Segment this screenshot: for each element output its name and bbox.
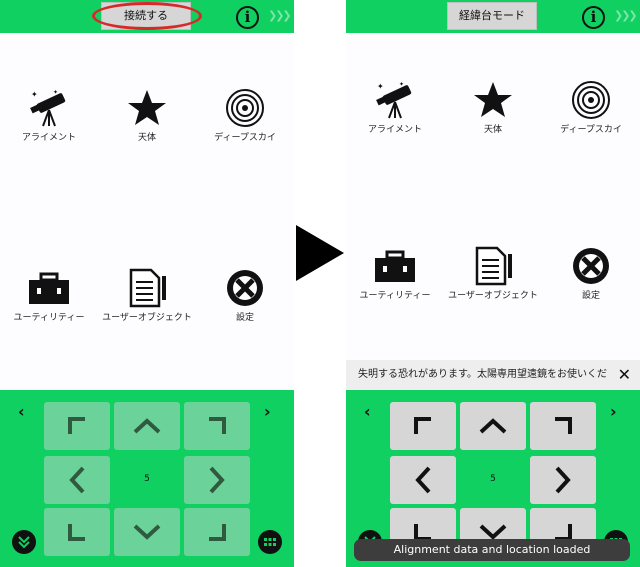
pad-up[interactable] bbox=[460, 402, 526, 450]
menu-utility[interactable]: ユーティリティー bbox=[0, 268, 98, 324]
menu-deep-sky[interactable]: ディープスカイ bbox=[542, 80, 640, 136]
chevron-right-icon bbox=[555, 466, 571, 494]
pad-left[interactable] bbox=[390, 456, 456, 504]
grid-menu-icon[interactable] bbox=[258, 530, 282, 554]
telescope-icon: ✦ ✦ bbox=[376, 81, 412, 119]
corner-up-right-icon bbox=[555, 417, 572, 434]
pad-up-left[interactable] bbox=[390, 402, 456, 450]
galaxy-icon bbox=[226, 89, 264, 127]
telescope-icon: ✦ ✦ bbox=[30, 89, 66, 127]
info-icon[interactable]: i bbox=[236, 6, 259, 29]
play-arrow-icon bbox=[296, 225, 344, 281]
pad-down[interactable] bbox=[114, 508, 180, 556]
corner-up-left-icon bbox=[68, 417, 85, 434]
pad-down-left[interactable] bbox=[44, 508, 110, 556]
menu-user-object[interactable]: ユーザーオブジェクト bbox=[444, 246, 542, 302]
menu-label: 設定 bbox=[581, 291, 600, 301]
document-icon bbox=[475, 246, 512, 286]
toast-message: Alignment data and location loaded bbox=[354, 539, 630, 561]
triple-chevron-icon: ❯❯❯ bbox=[268, 9, 292, 22]
chevron-left-icon[interactable]: ‹ bbox=[18, 402, 25, 421]
star-icon bbox=[474, 82, 512, 117]
corner-down-left-icon bbox=[68, 524, 85, 541]
chevron-right-icon[interactable]: › bbox=[610, 402, 617, 421]
chevron-left-icon[interactable]: ‹ bbox=[364, 402, 371, 421]
pad-right[interactable] bbox=[530, 456, 596, 504]
pad-up[interactable] bbox=[114, 402, 180, 450]
menu-label: 設定 bbox=[235, 313, 254, 323]
star-icon bbox=[128, 90, 166, 125]
menu-settings[interactable]: 設定 bbox=[542, 246, 640, 302]
menu-celestial[interactable]: 天体 bbox=[444, 80, 542, 136]
svg-text:✦: ✦ bbox=[53, 89, 58, 96]
speed-value: 5 bbox=[144, 474, 150, 484]
speed-value: 5 bbox=[490, 474, 496, 484]
pad-left[interactable] bbox=[44, 456, 110, 504]
svg-text:✦: ✦ bbox=[31, 90, 38, 99]
top-bar: 経緯台モード i ❯❯❯ bbox=[346, 0, 640, 33]
chevron-down-icon bbox=[133, 524, 161, 540]
menu-user-object[interactable]: ユーザーオブジェクト bbox=[98, 268, 196, 324]
pad-down-right[interactable] bbox=[184, 508, 250, 556]
svg-text:✦: ✦ bbox=[399, 81, 404, 88]
menu-label: ディープスカイ bbox=[214, 133, 276, 143]
corner-down-right-icon bbox=[209, 524, 226, 541]
pad-up-right[interactable] bbox=[184, 402, 250, 450]
mode-button[interactable]: 経緯台モード bbox=[447, 2, 537, 30]
gear-icon bbox=[227, 270, 263, 306]
menu-label: アライメント bbox=[367, 125, 422, 135]
collapse-icon[interactable] bbox=[12, 530, 36, 554]
highlight-circle bbox=[92, 2, 202, 30]
menu-alignment[interactable]: ✦ ✦ アライメント bbox=[346, 80, 444, 136]
chevron-right-icon[interactable]: › bbox=[264, 402, 271, 421]
menu-label: ユーティリティー bbox=[13, 313, 85, 323]
corner-up-right-icon bbox=[209, 417, 226, 434]
top-bar: 接続する i ❯❯❯ bbox=[0, 0, 294, 33]
svg-text:✦: ✦ bbox=[377, 82, 384, 91]
menu-label: アライメント bbox=[21, 133, 76, 143]
document-icon bbox=[129, 268, 166, 308]
menu-alignment[interactable]: ✦ ✦ アライメント bbox=[0, 88, 98, 144]
info-icon[interactable]: i bbox=[582, 6, 605, 29]
pad-up-left[interactable] bbox=[44, 402, 110, 450]
chevron-left-icon bbox=[415, 466, 431, 494]
menu-settings[interactable]: 設定 bbox=[196, 268, 294, 324]
chevron-right-icon bbox=[209, 466, 225, 494]
menu-deep-sky[interactable]: ディープスカイ bbox=[196, 88, 294, 144]
chevron-up-icon bbox=[479, 418, 507, 434]
grid-icon bbox=[264, 538, 276, 546]
close-icon[interactable]: ✕ bbox=[618, 360, 631, 390]
direction-pad: ‹ › 5 bbox=[0, 390, 294, 567]
gear-icon bbox=[573, 248, 609, 284]
toolbox-icon bbox=[375, 250, 415, 282]
triple-chevron-icon: ❯❯❯ bbox=[614, 9, 638, 22]
menu-label: 天体 bbox=[483, 125, 502, 135]
menu-label: ユーティリティー bbox=[359, 291, 431, 301]
warning-text: 失明する恐れがあります。太陽専用望遠鏡をお使いくだ bbox=[358, 369, 607, 380]
chevron-up-icon bbox=[133, 418, 161, 434]
warning-banner: 失明する恐れがあります。太陽専用望遠鏡をお使いくだ ✕ bbox=[346, 360, 640, 390]
menu-label: ディープスカイ bbox=[560, 125, 622, 135]
double-chevron-down-icon bbox=[18, 536, 30, 549]
pad-up-right[interactable] bbox=[530, 402, 596, 450]
screen-after: 経緯台モード i ❯❯❯ ✦ ✦ アライメント 天体 ディープスカイ ユーティリ… bbox=[346, 0, 640, 567]
chevron-left-icon bbox=[69, 466, 85, 494]
menu-label: 天体 bbox=[137, 133, 156, 143]
menu-utility[interactable]: ユーティリティー bbox=[346, 246, 444, 302]
menu-label: ユーザーオブジェクト bbox=[102, 313, 192, 323]
galaxy-icon bbox=[572, 81, 610, 119]
menu-celestial[interactable]: 天体 bbox=[98, 88, 196, 144]
toolbox-icon bbox=[29, 272, 69, 304]
corner-up-left-icon bbox=[414, 417, 431, 434]
menu-label: ユーザーオブジェクト bbox=[448, 291, 538, 301]
screen-before: 接続する i ❯❯❯ ✦ ✦ アライメント 天体 ディープスカイ ユーティリティ… bbox=[0, 0, 294, 567]
pad-right[interactable] bbox=[184, 456, 250, 504]
